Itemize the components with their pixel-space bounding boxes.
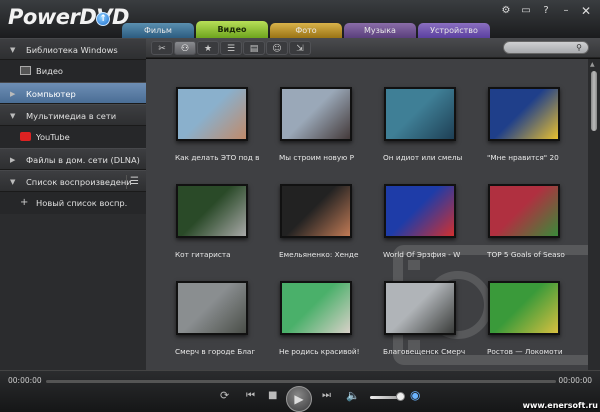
sidebar-item-dlna[interactable]: ▶ Файлы в дом. сети (DLNA): [0, 148, 146, 170]
sidebar-item-new-playlist[interactable]: + Новый список воспр.: [0, 192, 146, 214]
detail-view-icon[interactable]: ▤: [243, 41, 265, 55]
expanded-arrow-icon: ▼: [10, 112, 16, 120]
scroll-up-icon[interactable]: ▲: [590, 61, 595, 68]
playlist-menu-icon[interactable]: ☰: [126, 175, 142, 189]
video-caption: Как делать ЭТО под в: [175, 153, 260, 162]
sidebar-item-windows-library[interactable]: ▼ Библиотека Windows: [0, 38, 146, 60]
video-caption: Емельяненко: Хенде: [279, 250, 359, 259]
search-box[interactable]: ⚲: [503, 41, 589, 54]
title-bar: PowerDVD ↑ Фильм Видео Фото Музыка Устро…: [0, 0, 600, 38]
sidebar-item-video[interactable]: Видео: [0, 60, 146, 82]
sidebar-item-label: Мультимедиа в сети: [26, 111, 117, 121]
sidebar-item-online-media[interactable]: ▼ Мультимедиа в сети: [0, 104, 146, 126]
repeat-icon[interactable]: ⟳: [220, 389, 229, 402]
favorites-star-icon[interactable]: ★: [197, 41, 219, 55]
video-thumbnail[interactable]: [384, 281, 456, 335]
plus-icon: +: [20, 197, 29, 208]
scroll-thumb[interactable]: [591, 71, 597, 131]
video-thumbnail[interactable]: [384, 184, 456, 238]
sidebar-item-label: Список воспроизведени: [26, 177, 132, 187]
video-thumbnail[interactable]: [384, 87, 456, 141]
video-caption: Ростов — Локомоти: [487, 347, 563, 356]
video-caption: Не родись красивой!: [279, 347, 360, 356]
trueTheater-eye-icon[interactable]: ◉: [410, 388, 420, 402]
stop-icon[interactable]: ■: [268, 390, 277, 401]
people-view-icon[interactable]: ⚇: [174, 41, 196, 55]
video-thumbnail[interactable]: [488, 87, 560, 141]
upgrade-icon[interactable]: ↑: [96, 12, 110, 26]
settings-gear-icon[interactable]: ⚙: [498, 4, 514, 18]
sidebar-item-label: Файлы в дом. сети (DLNA): [26, 155, 140, 165]
sidebar: ▼ Библиотека Windows Видео ▶ Компьютер ▼…: [0, 38, 146, 370]
collapsed-arrow-icon: ▶: [10, 90, 16, 98]
volume-knob[interactable]: [396, 392, 405, 401]
tab-photo[interactable]: Фото: [270, 23, 342, 38]
scissors-icon[interactable]: ✂: [151, 41, 173, 55]
video-thumbnail[interactable]: [280, 281, 352, 335]
video-thumbnail[interactable]: [176, 184, 248, 238]
sidebar-item-youtube[interactable]: YouTube: [0, 126, 146, 148]
tab-video[interactable]: Видео: [196, 21, 268, 38]
sidebar-item-label: YouTube: [36, 132, 70, 142]
volume-icon[interactable]: 🔈: [346, 389, 360, 402]
expanded-arrow-icon: ▼: [10, 178, 16, 186]
video-thumbnail[interactable]: [488, 281, 560, 335]
library-toolbar: ✂ ⚇ ★ ☰ ▤ ☺ ⇲ ⚲: [146, 38, 600, 58]
minimize-icon[interactable]: –: [558, 4, 574, 18]
next-icon[interactable]: ⏭: [322, 390, 331, 401]
import-icon[interactable]: ⇲: [289, 41, 311, 55]
sidebar-item-playlists[interactable]: ▼ Список воспроизведени ☰: [0, 170, 146, 192]
player-controls: 00:00:00 00:00:00 ⟳ ⏮ ■ ▶ ⏭ 🔈 ◉ www.ener…: [0, 370, 600, 412]
search-icon[interactable]: ⚲: [576, 43, 582, 52]
window-controls: ⚙ ▭ ? – ✕: [494, 4, 594, 18]
expanded-arrow-icon: ▼: [10, 46, 16, 54]
video-caption: World Of Эрзфия - W: [383, 250, 461, 259]
tab-film[interactable]: Фильм: [122, 23, 194, 38]
video-caption: Смерч в городе Благ: [175, 347, 256, 356]
video-caption: TOP 5 Goals of Seaso: [487, 250, 565, 259]
sidebar-item-computer[interactable]: ▶ Компьютер: [0, 82, 146, 104]
watermark: www.enersoft.ru: [522, 401, 598, 410]
vertical-scrollbar[interactable]: ▲: [588, 59, 600, 370]
collapsed-arrow-icon: ▶: [10, 156, 16, 164]
help-icon[interactable]: ?: [538, 4, 554, 18]
video-caption: Он идиот или смелы: [383, 153, 463, 162]
video-thumbnail[interactable]: [280, 184, 352, 238]
media-tabs: Фильм Видео Фото Музыка Устройство: [122, 21, 492, 38]
play-button[interactable]: ▶: [286, 386, 312, 412]
view-tools: ✂ ⚇ ★ ☰ ▤ ☺ ⇲: [151, 41, 312, 55]
search-input[interactable]: [510, 42, 576, 53]
mini-mode-icon[interactable]: ▭: [518, 4, 534, 18]
current-time: 00:00:00: [8, 376, 42, 385]
video-thumbnail[interactable]: [176, 87, 248, 141]
video-library-grid: Как делать ЭТО под в Мы строим новую Р Он …: [146, 59, 588, 370]
sidebar-item-label: Компьютер: [26, 89, 76, 99]
video-thumbnail[interactable]: [280, 87, 352, 141]
sidebar-item-label: Видео: [36, 66, 64, 76]
person-icon[interactable]: ☺: [266, 41, 288, 55]
video-folder-icon: [20, 66, 31, 75]
video-caption: "Мне нравится" 20: [487, 153, 559, 162]
youtube-icon: [20, 132, 31, 141]
video-thumbnail[interactable]: [176, 281, 248, 335]
video-caption: Благовещенск Смерч: [383, 347, 466, 356]
tab-music[interactable]: Музыка: [344, 23, 416, 38]
sidebar-item-label: Библиотека Windows: [26, 45, 118, 55]
total-time: 00:00:00: [558, 376, 592, 385]
video-caption: Мы строим новую Р: [279, 153, 355, 162]
list-view-icon[interactable]: ☰: [220, 41, 242, 55]
video-caption: Кот гитариста: [175, 250, 231, 259]
seek-bar[interactable]: [46, 380, 556, 383]
close-icon[interactable]: ✕: [578, 4, 594, 18]
video-thumbnail[interactable]: [488, 184, 560, 238]
previous-icon[interactable]: ⏮: [246, 390, 255, 401]
tab-device[interactable]: Устройство: [418, 23, 490, 38]
app-logo: PowerDVD: [8, 5, 129, 29]
sidebar-item-label: Новый список воспр.: [36, 198, 128, 208]
